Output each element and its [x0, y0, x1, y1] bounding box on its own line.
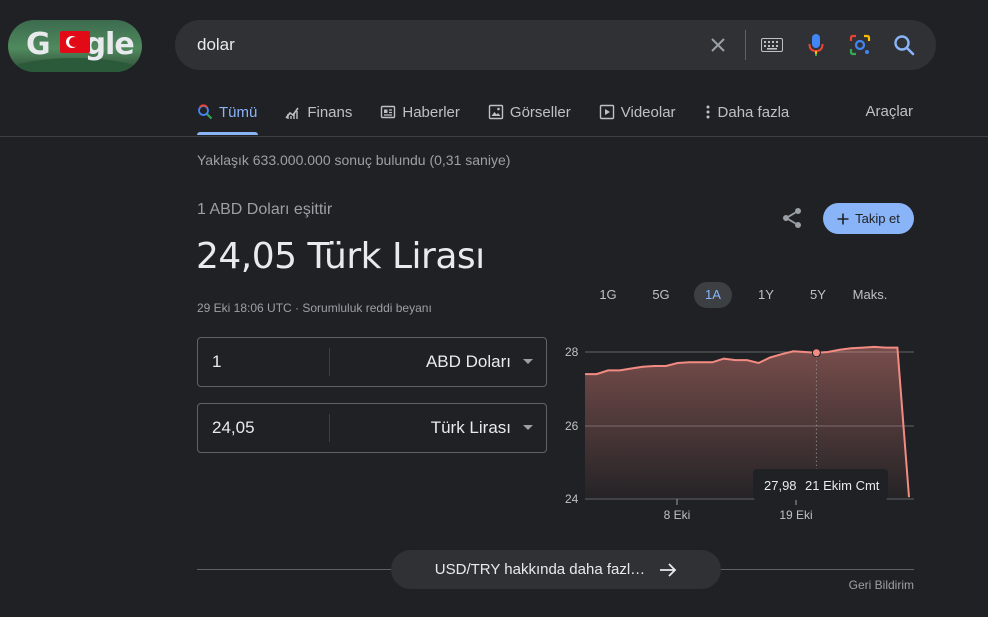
tooltip-date: 21 Ekim Cmt — [805, 478, 880, 493]
y-tick-label: 28 — [565, 345, 579, 359]
y-tick-label: 26 — [565, 419, 579, 433]
search-divider — [745, 30, 746, 60]
google-doodle-logo[interactable]: G gle — [8, 20, 142, 72]
conversion-result: 24,05 Türk Lirası — [196, 236, 485, 277]
search-input[interactable] — [197, 32, 697, 58]
tab-news[interactable]: Haberler — [380, 100, 460, 124]
range-selector: 1G 5G 1A 1Y 5Y Maks. — [586, 282, 916, 308]
tools-button[interactable]: Araçlar — [865, 103, 913, 120]
chart-tooltip: 27,98 21 Ekim Cmt — [753, 469, 888, 500]
tab-label: Finans — [307, 103, 353, 121]
range-1g[interactable]: 1G — [586, 282, 630, 308]
more-about-label: USD/TRY hakkında daha fazl… — [434, 561, 646, 578]
feedback-link[interactable]: Geri Bildirim — [849, 578, 914, 592]
range-5y[interactable]: 5Y — [796, 282, 840, 308]
follow-label: Takip et — [855, 211, 900, 226]
finance-icon — [285, 107, 299, 119]
range-5g[interactable]: 5G — [639, 282, 683, 308]
to-amount-input[interactable]: 24,05 — [212, 418, 255, 438]
equal-to-label: 1 ABD Doları eşittir — [197, 201, 333, 218]
x-tick-label: 19 Eki — [779, 508, 812, 522]
x-tick-label: 8 Eki — [664, 508, 691, 522]
header-divider — [0, 136, 988, 137]
tab-label: Görseller — [509, 103, 571, 121]
more-about-button[interactable]: USD/TRY hakkında daha fazl… — [391, 550, 721, 589]
search-icon[interactable] — [892, 33, 916, 57]
active-tab-indicator — [197, 132, 258, 135]
box-divider — [329, 348, 330, 376]
more-vert-icon — [706, 105, 710, 119]
exchange-rate-chart[interactable]: 28 26 24 8 Eki 19 Eki 27,98 21 Ekim Cmt — [560, 335, 920, 530]
dropdown-caret-icon[interactable] — [523, 425, 533, 430]
tab-more[interactable]: Daha fazla — [704, 100, 790, 124]
from-currency-box: 1 ABD Doları — [197, 337, 547, 387]
news-icon — [381, 105, 396, 119]
tooltip-value: 27,98 — [764, 478, 797, 493]
tab-label: Videolar — [620, 103, 676, 121]
lens-camera-icon[interactable] — [848, 33, 872, 57]
dropdown-caret-icon[interactable] — [523, 359, 533, 364]
range-max[interactable]: Maks. — [846, 282, 894, 308]
turkish-flag-icon — [60, 31, 90, 53]
tab-label: Haberler — [402, 103, 460, 121]
to-currency-box: 24,05 Türk Lirası — [197, 403, 547, 453]
range-1y[interactable]: 1Y — [744, 282, 788, 308]
to-currency-select[interactable]: Türk Lirası — [431, 418, 511, 438]
result-stats: Yaklaşık 633.000.000 sonuç bulundu (0,31… — [197, 152, 511, 168]
image-icon — [488, 104, 504, 120]
search-tabs: Tümü Finans Haberler Görseller Videolar … — [197, 100, 817, 136]
box-divider — [329, 414, 330, 442]
tab-videos[interactable]: Videolar — [599, 100, 676, 124]
arrow-right-icon — [660, 562, 677, 577]
range-1a[interactable]: 1A — [694, 282, 732, 308]
tab-all[interactable]: Tümü — [197, 100, 257, 124]
search-icon — [198, 104, 213, 120]
microphone-icon[interactable] — [804, 33, 828, 57]
hover-point — [811, 348, 821, 358]
tab-images[interactable]: Görseller — [488, 100, 571, 124]
from-currency-select[interactable]: ABD Doları — [426, 352, 511, 372]
tab-label: Daha fazla — [717, 103, 790, 121]
rate-timestamp: 29 Eki 18:06 UTC · Sorumluluk reddi beya… — [197, 301, 432, 315]
follow-button[interactable]: Takip et — [823, 203, 914, 234]
tab-finance[interactable]: Finans — [285, 100, 352, 124]
tab-label: Tümü — [219, 103, 258, 121]
search-bar — [175, 20, 936, 70]
video-icon — [599, 104, 614, 120]
plus-icon — [837, 213, 849, 224]
share-icon[interactable] — [780, 206, 804, 230]
y-tick-label: 24 — [565, 492, 579, 506]
clear-icon[interactable] — [706, 33, 730, 57]
from-amount-input[interactable]: 1 — [212, 352, 221, 372]
keyboard-icon[interactable] — [760, 33, 784, 57]
